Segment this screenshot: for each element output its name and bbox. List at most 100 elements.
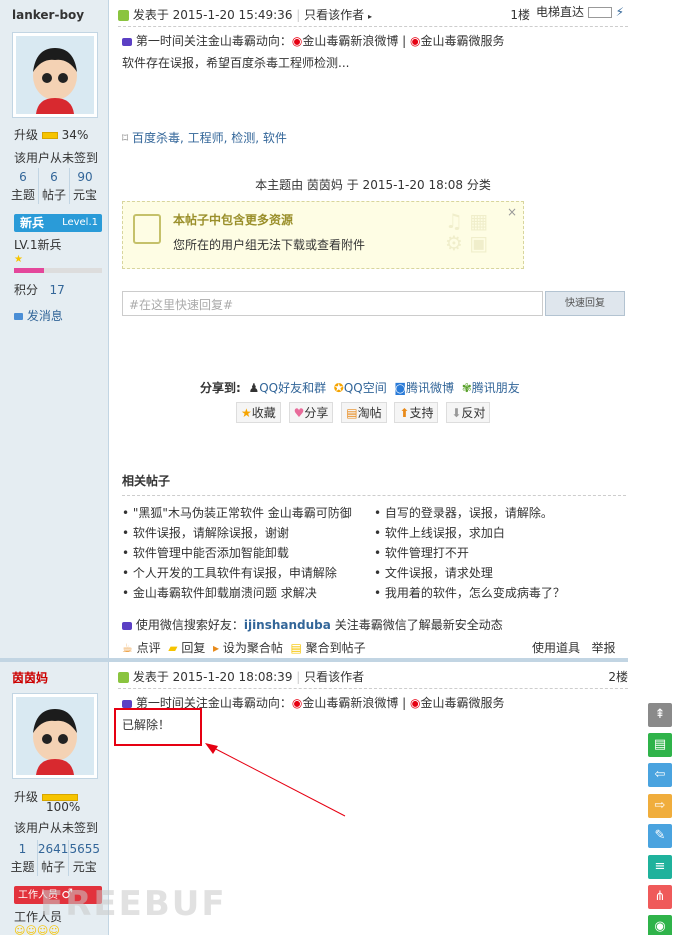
quick-reply-button[interactable]: 快速回复 [545, 291, 625, 316]
related-link[interactable]: • 软件管理中能否添加智能卸载 [122, 543, 372, 563]
oppose-button[interactable]: ⬇反对 [446, 402, 491, 423]
related-link[interactable]: • 金山毒霸软件卸载崩溃问题 求解决 [122, 583, 372, 603]
related-title: 相关帖子 [122, 472, 626, 496]
related-link[interactable]: • 软件管理打不开 [374, 543, 626, 563]
post-time: 发表于 2015-1-20 15:49:36 [132, 8, 293, 22]
post2-signin: 该用户从未签到 [14, 821, 99, 835]
post-icon [118, 10, 129, 21]
post2-stats: 1 主题 2641 帖子 5655 元宝 [8, 840, 100, 876]
post1-promo: 第一时间关注金山毒霸动向：◉金山毒霸新浪微博 | ◉金山毒霸微服务 [122, 32, 505, 49]
wrench-icon[interactable]: ⚡ [616, 5, 624, 19]
post1-stats: 6 主题 6 帖子 90 元宝 [8, 168, 100, 204]
quick-reply-input[interactable]: #在这里快速回复# [122, 291, 543, 316]
share-bar: 分享到: ♟QQ好友和群 ✪QQ空间 ◙腾讯微博 ✾腾讯朋友 [200, 381, 520, 395]
promo-weibo-link[interactable]: 金山毒霸新浪微博 [302, 696, 398, 710]
kingsoft-icon [122, 621, 132, 630]
aggregate-to-link[interactable]: ▤ 聚合到帖子 [290, 641, 365, 655]
lock-file-icon [133, 214, 161, 244]
related-left-list: • "黑狐"木马伪装正常软件 金山毒霸可防御 • 软件误报，请解除误报，谢谢 •… [122, 503, 372, 603]
kingsoft-icon [122, 37, 132, 46]
post1-author-sidebar: lanker-boy 升级 34% 该用户从未签到 6 主题 6 帖子 90 元宝 新… [0, 0, 109, 658]
related-link[interactable]: • 个人开发的工具软件有误报，申请解除 [122, 563, 372, 583]
support-button[interactable]: ⬆支持 [394, 402, 439, 423]
tencent-friends-share[interactable]: ✾腾讯朋友 [462, 381, 520, 395]
only-author-link[interactable]: 只看该作者 [304, 8, 364, 22]
attach-text: 您所在的用户组无法下载或查看附件 [173, 238, 366, 252]
post1-body: 软件存在误报，希望百度杀毒工程师检测... [122, 56, 350, 70]
weibo-icon: ◉ [291, 696, 303, 710]
share-icon[interactable]: ⋔ [648, 885, 672, 909]
post-time: 发表于 2015-1-20 18:08:39 [132, 670, 293, 684]
post1-avatar[interactable] [12, 32, 98, 118]
stat-threads[interactable]: 6 主题 [8, 168, 38, 204]
stat-coins[interactable]: 5655 元宝 [68, 840, 100, 876]
stat-posts[interactable]: 6 帖子 [38, 168, 69, 204]
post-actions: ★收藏 ♥分享 ▤淘帖 ⬆支持 ⬇反对 [234, 402, 492, 423]
post2-header: 发表于 2015-1-20 18:08:39 | 只看该作者 2楼 [118, 665, 628, 689]
promo-micro-link[interactable]: 金山毒霸微服务 [421, 34, 505, 48]
upgrade-bar [41, 132, 58, 139]
watermark: FREEBUF [40, 884, 227, 924]
comment-link[interactable]: ☕ 点评 [122, 641, 161, 655]
post1-tags[interactable]: ⌑ 百度杀毒, 工程师, 检测, 软件 [122, 129, 287, 146]
attach-title: 本帖子中包含更多资源 [173, 213, 294, 227]
elevator-input[interactable] [587, 7, 612, 18]
promo-micro-link[interactable]: 金山毒霸微服务 [421, 696, 505, 710]
reply-link[interactable]: ▰ 回复 [168, 641, 205, 655]
upgrade-pct: 34% [61, 128, 89, 142]
related-link[interactable]: • 软件误报，请解除误报，谢谢 [122, 523, 372, 543]
edit-icon[interactable]: ✎ [648, 824, 672, 848]
post2-username[interactable]: 茵茵妈 [12, 669, 48, 686]
post2-avatar[interactable] [12, 693, 98, 779]
collect-button[interactable]: ▤淘帖 [341, 402, 387, 423]
wechat-icon[interactable]: ◉ [648, 915, 672, 935]
related-link[interactable]: • 我用着的软件，怎么变成病毒了？ [374, 583, 626, 603]
qq-friends-share[interactable]: ♟QQ好友和群 [248, 381, 326, 395]
stat-posts[interactable]: 2641 帖子 [36, 840, 68, 876]
annotation-arrow [205, 743, 346, 817]
avatar-image [16, 36, 94, 114]
floor-number[interactable]: 2楼 [608, 665, 628, 689]
annotation-box [114, 708, 202, 746]
related-link[interactable]: • 文件误报，请求处理 [374, 563, 626, 583]
favorite-button[interactable]: ★收藏 [236, 402, 281, 423]
kingsoft-icon [122, 699, 132, 708]
star-icon: ★ [14, 254, 23, 265]
decor-icons: ♫ ▦ ⚙ ▣ [445, 209, 489, 255]
post1-upgrade: 升级 34% [14, 126, 88, 143]
use-tool-link[interactable]: 使用道具 [532, 641, 580, 655]
qzone-share[interactable]: ✪QQ空间 [334, 381, 387, 395]
set-aggregate-link[interactable]: ▸ 设为聚合帖 [213, 641, 283, 655]
list-icon[interactable]: ≡ [648, 855, 672, 879]
promo-weibo-link[interactable]: 金山毒霸新浪微博 [302, 34, 398, 48]
tag-icon: ⌑ [122, 131, 129, 145]
next-icon[interactable]: ⇨ [648, 794, 672, 818]
send-message-link[interactable]: 发消息 [14, 307, 63, 324]
share-button[interactable]: ♥分享 [288, 402, 334, 423]
post-icon [118, 672, 129, 683]
tencent-weibo-share[interactable]: ◙腾讯微博 [394, 381, 454, 395]
message-icon [14, 313, 23, 320]
post1-username[interactable]: lanker-boy [12, 8, 84, 22]
only-author-link[interactable]: 只看该作者 [304, 670, 364, 684]
post-icon[interactable]: ▤ [648, 733, 672, 757]
prev-icon[interactable]: ⇦ [648, 763, 672, 787]
post1-signin: 该用户从未签到 [14, 151, 99, 165]
floor-number[interactable]: 1楼 [510, 3, 530, 27]
related-link[interactable]: • 软件上线误报，求加白 [374, 523, 626, 543]
stat-coins[interactable]: 90 元宝 [69, 168, 100, 204]
post1-rank-text: LV.1新兵 [14, 238, 62, 252]
report-link[interactable]: 举报 [591, 641, 615, 655]
related-link[interactable]: • 自写的登录器，误报，请解除。 [374, 503, 626, 523]
stat-threads[interactable]: 1 主题 [8, 840, 37, 876]
elevator-jump[interactable]: 电梯直达 ⚡ [536, 3, 624, 20]
post2-upgrade-pct: 100% [46, 800, 81, 814]
attachment-notice: 本帖子中包含更多资源 您所在的用户组无法下载或查看附件 × ♫ ▦ ⚙ ▣ [122, 201, 524, 269]
top-icon[interactable]: ⇞ [648, 703, 672, 727]
related-link[interactable]: • "黑狐"木马伪装正常软件 金山毒霸可防御 [122, 503, 372, 523]
weibo-icon: ◉ [291, 34, 303, 48]
related-right-list: • 自写的登录器，误报，请解除。 • 软件上线误报，求加白 • 软件管理打不开 … [374, 503, 626, 603]
upgrade-label: 升级 [14, 128, 39, 142]
crown-icons: ☺☺☺☺ [14, 924, 60, 935]
wechat-id[interactable]: ijinshanduba [244, 618, 331, 632]
